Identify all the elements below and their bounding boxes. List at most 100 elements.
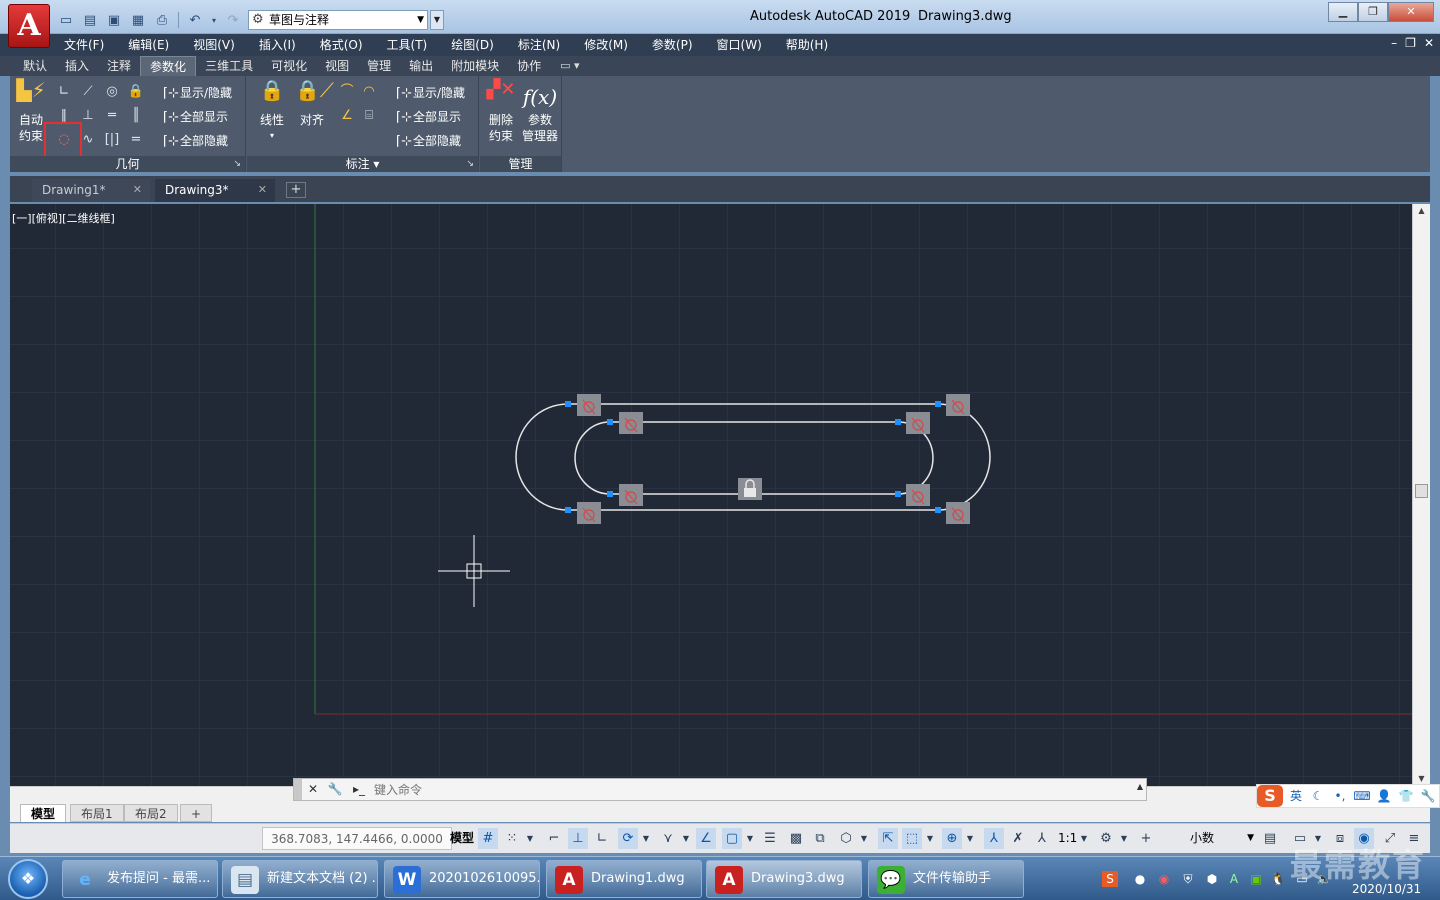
annotation-scale-value[interactable]: 1:1	[1058, 827, 1077, 850]
menu-parametric[interactable]: 参数(P)	[652, 34, 705, 56]
doc-close-icon[interactable]: ✕	[1424, 36, 1434, 50]
grip-point[interactable]	[895, 419, 901, 425]
tab-view[interactable]: 视图	[316, 56, 358, 77]
command-prompt-icon[interactable]: ▸_	[350, 780, 368, 799]
drag-handle[interactable]	[294, 779, 302, 800]
menu-draw[interactable]: 绘图(D)	[451, 34, 506, 56]
tab-layout1[interactable]: 布局1	[70, 804, 124, 822]
chevron-down-icon[interactable]: ▼	[1078, 828, 1090, 849]
quick-properties-icon[interactable]: ▤	[1260, 828, 1280, 849]
coordinates-readout[interactable]: 368.7083, 147.4466, 0.0000	[262, 827, 452, 850]
menu-insert[interactable]: 插入(I)	[259, 34, 308, 56]
dim-show-all-button[interactable]: ⌈⊹全部显示	[395, 108, 461, 127]
linear-dimension-button[interactable]: 🔒 线性 ▾	[255, 80, 289, 144]
vertical-constraint-icon[interactable]: ║	[126, 106, 146, 126]
qat-customize-button[interactable]: ▼	[430, 10, 444, 30]
save-as-icon[interactable]: ▦	[128, 11, 148, 29]
chevron-down-icon[interactable]: ▼	[744, 828, 756, 849]
grip-point[interactable]	[607, 491, 613, 497]
user-icon[interactable]: 👤	[1375, 787, 1393, 805]
maximize-button[interactable]: ❐	[1358, 2, 1388, 22]
transparency-icon[interactable]: ▩	[786, 828, 806, 849]
geo-hide-all-button[interactable]: ⌈⊹全部隐藏	[162, 132, 228, 151]
selection-filter-icon[interactable]: ⬚	[902, 828, 922, 849]
chevron-down-icon[interactable]: ▼	[680, 828, 692, 849]
tab-parametric[interactable]: 参数化	[140, 56, 197, 77]
menu-modify[interactable]: 修改(M)	[584, 34, 640, 56]
taskbar-item-ie[interactable]: e 发布提问 - 最需...	[62, 860, 218, 898]
convert-dimension-icon[interactable]: ⌸	[359, 106, 379, 126]
workspace-select[interactable]: ⚙ 草图与注释 ▼	[248, 10, 428, 30]
punctuation-icon[interactable]: •,	[1331, 787, 1349, 805]
panel-expand-icon[interactable]: ↘	[466, 156, 474, 172]
dimension-panel-title[interactable]: 标注 ▾ ↘	[247, 156, 478, 172]
tab-annotate[interactable]: 注释	[98, 56, 140, 77]
grip-point[interactable]	[935, 401, 941, 407]
undo-dropdown-icon[interactable]: ▾	[209, 11, 219, 29]
model-space-toggle[interactable]: 模型	[450, 827, 474, 850]
minimize-button[interactable]: ▁	[1328, 2, 1358, 22]
annotation-scale-icon[interactable]: ⅄	[1032, 828, 1052, 849]
menu-dimension[interactable]: 标注(N)	[518, 34, 572, 56]
menu-edit[interactable]: 编辑(E)	[128, 34, 181, 56]
lineweight-icon[interactable]: ☰	[760, 828, 780, 849]
grip-point[interactable]	[565, 401, 571, 407]
sogou-logo-icon[interactable]: S	[1257, 785, 1283, 807]
units-select[interactable]: 小数 ▼	[1172, 828, 1256, 849]
drawing-canvas[interactable]: [一][俯视][二维线框]	[10, 204, 1412, 786]
tab-model[interactable]: 模型	[20, 804, 67, 822]
tangent-constraint-badge[interactable]	[946, 502, 970, 524]
tab-layout2[interactable]: 布局2	[124, 804, 178, 822]
command-input[interactable]	[374, 780, 1134, 799]
a-tray-icon[interactable]: A	[1226, 871, 1242, 887]
weibo-tray-icon[interactable]: ◉	[1156, 871, 1172, 887]
auto-scale-icon[interactable]: ✗	[1008, 828, 1028, 849]
print-icon[interactable]: ⎙	[152, 11, 172, 29]
scroll-up-icon[interactable]: ▲	[1413, 204, 1430, 218]
taskbar-item-notepad[interactable]: ▤ 新建文本文档 (2) ...	[222, 860, 378, 898]
gear-icon[interactable]: ⚙	[1096, 828, 1116, 849]
tab-manage[interactable]: 管理	[358, 56, 400, 77]
coincident-constraint-icon[interactable]: ∟	[54, 82, 74, 102]
qq-icon[interactable]: 🐧	[1270, 871, 1286, 887]
close-icon[interactable]: ✕	[133, 179, 142, 201]
object-snap-icon[interactable]: ▢	[722, 828, 742, 849]
tangent-constraint-badge[interactable]	[577, 502, 601, 524]
tangent-constraint-badge[interactable]	[906, 484, 930, 506]
tangent-constraint-badge[interactable]	[577, 394, 601, 416]
menu-format[interactable]: 格式(O)	[320, 34, 375, 56]
parameters-manager-button[interactable]: f(x) 参数 管理器	[520, 82, 560, 144]
polar-tracking-icon[interactable]: ⟳	[618, 828, 638, 849]
collinear-constraint-icon[interactable]: ⟋	[78, 82, 98, 102]
taskbar-item-drawing1[interactable]: A Drawing1.dwg	[546, 860, 702, 898]
equal-constraint-icon[interactable]: =	[126, 130, 146, 150]
gizmo-icon[interactable]: ⊕	[942, 828, 962, 849]
diameter-dimension-icon[interactable]: ◠	[359, 82, 379, 102]
object-snap-tracking-icon[interactable]: ∠	[696, 828, 716, 849]
snap-icon[interactable]: ⁙	[502, 828, 522, 849]
3d-osnap-icon[interactable]: ⬡	[836, 828, 856, 849]
vertical-scrollbar[interactable]: ▲ ▼	[1412, 204, 1430, 786]
infer-constraints-icon[interactable]: ⌐	[544, 828, 564, 849]
doc-tab-drawing3[interactable]: Drawing3* ✕	[155, 179, 275, 202]
geo-show-all-button[interactable]: ⌈⊹全部显示	[162, 108, 228, 127]
ime-mode-toggle[interactable]: 英	[1287, 787, 1305, 805]
moon-icon[interactable]: ☾	[1309, 787, 1327, 805]
delete-constraints-button[interactable]: ▞✕ 删除 约束	[484, 81, 518, 144]
taskbar-item-wechat[interactable]: 💬 文件传输助手	[868, 860, 1024, 898]
tab-3d-tools[interactable]: 三维工具	[196, 56, 262, 77]
grip-point[interactable]	[895, 491, 901, 497]
grip-point[interactable]	[565, 507, 571, 513]
cube-icon[interactable]: ⬢	[1204, 871, 1220, 887]
horizontal-constraint-icon[interactable]: ═	[102, 106, 122, 126]
doc-tab-drawing1[interactable]: Drawing1* ✕	[32, 179, 150, 202]
aligned-dimension-button[interactable]: 🔒⟋ 对齐	[295, 80, 334, 128]
scroll-thumb[interactable]	[1415, 484, 1428, 498]
save-icon[interactable]: ▣	[104, 11, 124, 29]
redo-icon[interactable]: ↷	[223, 11, 243, 29]
tab-default[interactable]: 默认	[14, 56, 56, 77]
add-layout-button[interactable]: +	[180, 804, 213, 822]
shield-icon[interactable]: ⛨	[1180, 871, 1196, 887]
autocad-logo-button[interactable]: A	[8, 4, 50, 48]
dynamic-ucs-icon[interactable]: ⇱	[878, 828, 898, 849]
